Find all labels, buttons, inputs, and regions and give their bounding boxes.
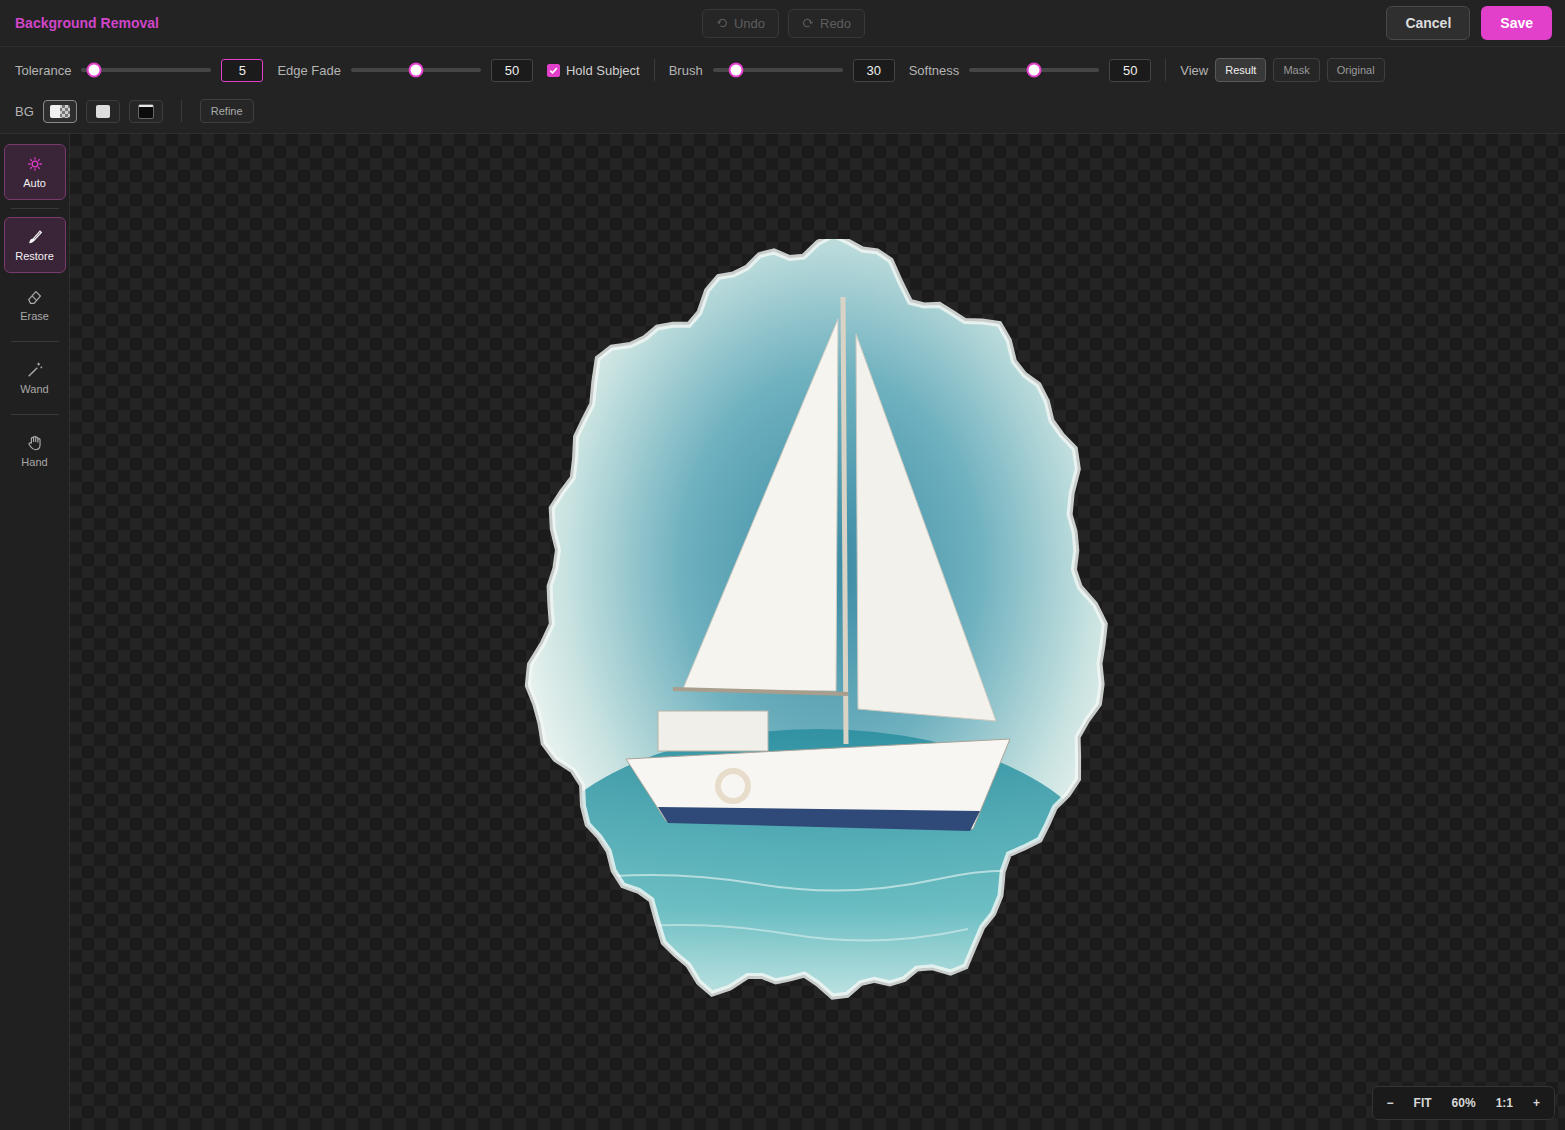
zoom-controls: −FIT60%1:1+ xyxy=(1372,1086,1555,1120)
view-option[interactable]: Original xyxy=(1327,58,1385,82)
slider-knob[interactable] xyxy=(87,63,102,78)
bg-swatch-preview xyxy=(138,104,154,119)
editor-title: Background Removal xyxy=(15,15,702,31)
slider-knob[interactable] xyxy=(1027,63,1042,78)
slider-value-input[interactable]: 30 xyxy=(853,59,895,82)
slider-control: Edge Fade 50 xyxy=(277,59,533,82)
zoom-button[interactable]: − xyxy=(1379,1091,1402,1115)
tool-label: Erase xyxy=(20,310,49,322)
tool-label: Wand xyxy=(20,383,48,395)
check-icon xyxy=(548,65,559,76)
redo-label: Redo xyxy=(820,16,851,31)
background-row: BG Refine xyxy=(0,93,1565,133)
slider-control: Tolerance 5 xyxy=(15,59,263,82)
hand-icon xyxy=(26,434,44,452)
tool-button[interactable]: Restore xyxy=(4,217,66,273)
tool-label: Restore xyxy=(15,250,54,262)
tool-divider xyxy=(11,208,59,209)
undo-label: Undo xyxy=(734,16,765,31)
brush-icon xyxy=(26,228,44,246)
checkbox-control[interactable]: Hold Subject xyxy=(547,63,640,78)
bg-swatch[interactable] xyxy=(43,100,77,123)
slider-knob[interactable] xyxy=(729,63,744,78)
undo-button[interactable]: Undo xyxy=(702,9,779,38)
tool-label: Auto xyxy=(23,177,46,189)
options-row: Tolerance 5 Edge Fade 50 Hold Subject Brush 30… xyxy=(0,47,1565,93)
tool-rail: Auto Restore Erase Wand Hand xyxy=(0,134,70,1130)
save-button[interactable]: Save xyxy=(1481,6,1552,40)
slider-label: Softness xyxy=(909,63,960,78)
tool-button[interactable]: Erase xyxy=(4,277,66,333)
refine-button[interactable]: Refine xyxy=(200,99,254,123)
bg-swatch-preview xyxy=(50,105,70,118)
workspace: Auto Restore Erase Wand Hand −FIT60%1:1+ xyxy=(0,134,1565,1130)
slider-label: Tolerance xyxy=(15,63,71,78)
slider-track[interactable] xyxy=(713,68,843,72)
slider-label: Brush xyxy=(669,63,703,78)
toolbar-divider xyxy=(181,100,182,122)
bg-swatch[interactable] xyxy=(86,100,120,123)
slider-value-input[interactable]: 5 xyxy=(221,59,263,82)
toolbar-divider xyxy=(654,59,655,81)
redo-button[interactable]: Redo xyxy=(788,9,865,38)
view-label: View xyxy=(1180,63,1208,78)
slider-control: Brush 30 xyxy=(669,59,895,82)
history-controls: Undo Redo xyxy=(702,9,865,38)
cutout-image xyxy=(518,239,1118,1014)
zoom-button[interactable]: 1:1 xyxy=(1488,1091,1521,1115)
slider-knob[interactable] xyxy=(408,63,423,78)
tool-divider xyxy=(11,341,59,342)
bg-swatch[interactable] xyxy=(129,100,163,123)
slider-track[interactable] xyxy=(81,68,211,72)
view-option[interactable]: Mask xyxy=(1273,58,1319,82)
magic-wand-icon xyxy=(26,361,44,379)
slider-control: Softness 50 xyxy=(909,59,1152,82)
slider-value-input[interactable]: 50 xyxy=(491,59,533,82)
tool-button[interactable]: Wand xyxy=(4,350,66,406)
zoom-button[interactable]: 60% xyxy=(1444,1091,1484,1115)
slider-label: Edge Fade xyxy=(277,63,341,78)
checkbox-box[interactable] xyxy=(547,64,560,77)
zoom-button[interactable]: FIT xyxy=(1406,1091,1440,1115)
sparkle-icon xyxy=(26,155,44,173)
bg-label: BG xyxy=(15,104,34,119)
background-removal-editor: Background Removal Undo Redo Cancel Save Tole… xyxy=(0,0,1565,1130)
tool-button[interactable]: Auto xyxy=(4,144,66,200)
zoom-button[interactable]: + xyxy=(1525,1091,1548,1115)
eraser-icon xyxy=(26,288,44,306)
view-switcher: View Result Mask Original xyxy=(1180,58,1384,82)
tool-button[interactable]: Hand xyxy=(4,423,66,479)
slider-track[interactable] xyxy=(969,68,1099,72)
header-bar: Background Removal Undo Redo Cancel Save xyxy=(0,0,1565,47)
redo-icon xyxy=(802,17,814,29)
undo-icon xyxy=(716,17,728,29)
toolbar-divider xyxy=(1165,59,1166,81)
checkbox-label: Hold Subject xyxy=(566,63,640,78)
tool-label: Hand xyxy=(21,456,47,468)
cancel-button[interactable]: Cancel xyxy=(1386,6,1470,40)
tool-divider xyxy=(11,414,59,415)
header-actions: Cancel Save xyxy=(865,6,1552,40)
slider-value-input[interactable]: 50 xyxy=(1109,59,1151,82)
options-toolbar: Tolerance 5 Edge Fade 50 Hold Subject Brush 30… xyxy=(0,47,1565,134)
slider-track[interactable] xyxy=(351,68,481,72)
bg-swatch-preview xyxy=(96,105,110,118)
view-option[interactable]: Result xyxy=(1215,58,1266,82)
canvas[interactable]: −FIT60%1:1+ xyxy=(70,134,1565,1130)
